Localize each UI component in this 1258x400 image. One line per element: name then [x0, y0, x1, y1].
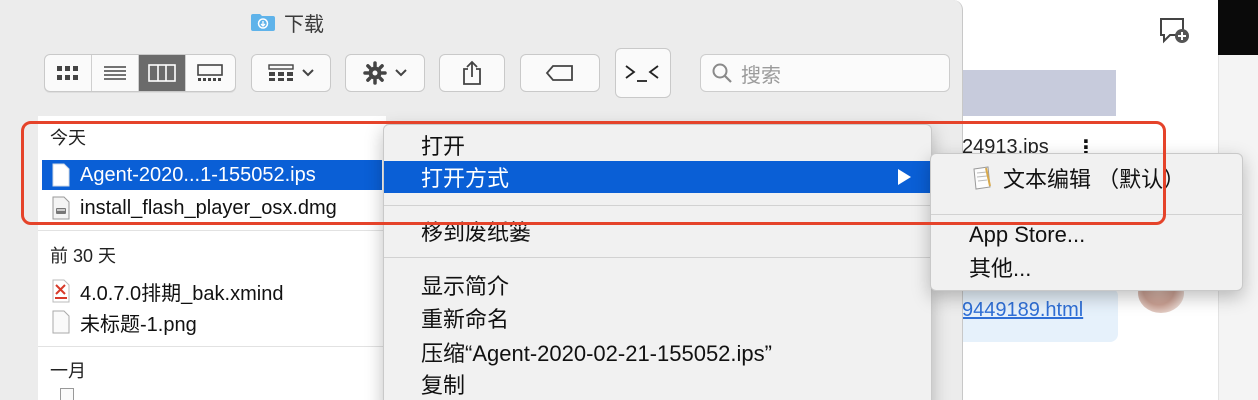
column-view-button[interactable] — [139, 55, 186, 91]
list-item[interactable]: 4.0.7.0排期_bak.xmind — [42, 276, 382, 306]
image-file-icon — [52, 310, 70, 334]
menu-item-compress[interactable]: 压缩“Agent-2020-02-21-155052.ips” — [384, 336, 931, 368]
terminal-icon — [625, 65, 659, 82]
document-icon — [60, 388, 74, 400]
downloads-folder-icon — [251, 14, 275, 31]
xmind-file-icon — [52, 279, 70, 303]
section-divider — [38, 230, 386, 231]
submenu-item-other[interactable]: 其他... — [931, 251, 1244, 283]
section-divider — [38, 346, 386, 347]
toolbar: 搜索 — [0, 44, 962, 116]
chevron-down-icon — [395, 69, 407, 77]
menu-item-rename[interactable]: 重新命名 — [384, 302, 931, 334]
gallery-view-icon — [196, 64, 223, 81]
gallery-view-button[interactable] — [186, 55, 233, 91]
menu-item-get-info[interactable]: 显示简介 — [384, 269, 931, 301]
background-header-band — [962, 70, 1116, 116]
search-input[interactable]: 搜索 — [700, 54, 950, 92]
share-icon — [463, 60, 481, 85]
view-mode-switcher — [44, 54, 236, 92]
section-header-january: 一月 — [50, 361, 86, 381]
window-title: 下载 — [250, 9, 324, 36]
window-title-text: 下载 — [284, 13, 324, 36]
background-dark-strip — [1218, 0, 1258, 55]
list-view-button[interactable] — [92, 55, 139, 91]
file-name: 未标题-1.png — [80, 313, 197, 336]
search-placeholder: 搜索 — [741, 64, 781, 87]
menu-item-duplicate[interactable]: 复制 — [384, 368, 931, 400]
new-message-icon[interactable] — [1158, 16, 1190, 46]
column-view-icon — [148, 64, 176, 82]
icon-view-button[interactable] — [45, 55, 92, 91]
terminal-button[interactable] — [615, 48, 671, 98]
icon-view-icon — [57, 66, 78, 80]
menu-separator — [384, 257, 931, 258]
list-item[interactable]: 未标题-1.png — [42, 307, 382, 337]
chevron-down-icon — [302, 69, 314, 77]
annotation-highlight-box — [21, 121, 1166, 225]
group-by-button[interactable] — [251, 54, 331, 92]
search-icon — [712, 63, 732, 83]
tag-button[interactable] — [520, 54, 600, 92]
list-view-icon — [104, 66, 126, 80]
background-link[interactable]: 9449189.html — [962, 299, 1083, 322]
file-name: 4.0.7.0排期_bak.xmind — [80, 282, 284, 305]
action-menu-button[interactable] — [345, 54, 425, 92]
section-header-last-30-days: 前 30 天 — [50, 246, 117, 266]
gear-icon — [363, 61, 387, 85]
share-button[interactable] — [439, 54, 505, 92]
tag-icon — [545, 65, 573, 81]
group-icon — [268, 64, 294, 81]
